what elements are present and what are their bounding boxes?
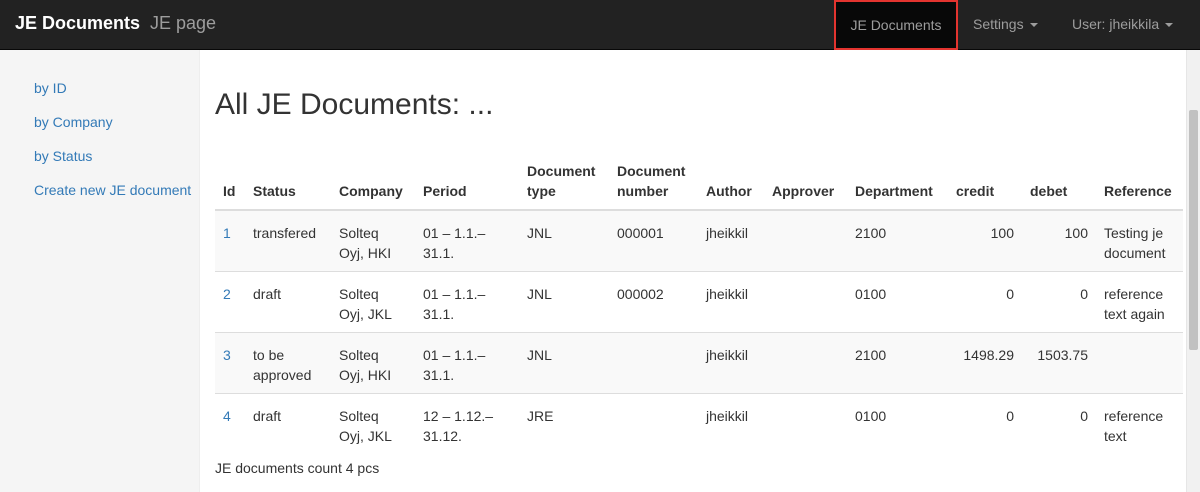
col-header-company: Company (331, 156, 415, 211)
brand-link[interactable]: JE Documents (15, 13, 140, 34)
cell-document-number: 000001 (609, 209, 698, 272)
cell-debet: 1503.75 (1022, 332, 1096, 394)
cell-company: Solteq Oyj, HKI (331, 332, 415, 394)
nav-settings-dropdown[interactable]: Settings (973, 0, 1038, 50)
cell-department: 0100 (847, 393, 948, 454)
cell-department: 2100 (847, 332, 948, 394)
cell-document-number (609, 332, 698, 394)
cell-debet: 0 (1022, 271, 1096, 333)
cell-approver (764, 209, 847, 272)
cell-author: jheikkil (698, 271, 764, 333)
cell-author: jheikkil (698, 393, 764, 454)
nav-user-label: User: jheikkila (1072, 16, 1160, 32)
cell-document-number (609, 393, 698, 454)
cell-period: 12 – 1.12.–31.12. (415, 393, 519, 454)
cell-document-number: 000002 (609, 271, 698, 333)
cell-document-type: JNL (519, 332, 609, 394)
cell-credit: 0 (948, 393, 1022, 454)
cell-document-type: JNL (519, 209, 609, 272)
cell-period: 01 – 1.1.–31.1. (415, 271, 519, 333)
cell-company: Solteq Oyj, JKL (331, 393, 415, 454)
cell-approver (764, 332, 847, 394)
caret-down-icon (1029, 23, 1038, 28)
cell-period: 01 – 1.1.–31.1. (415, 209, 519, 272)
nav-user-dropdown[interactable]: User: jheikkila (1072, 0, 1174, 50)
document-id-link[interactable]: 3 (223, 347, 231, 363)
cell-credit: 0 (948, 271, 1022, 333)
cell-department: 0100 (847, 271, 948, 333)
table-row: 1 transfered Solteq Oyj, HKI 01 – 1.1.–3… (215, 209, 1183, 272)
documents-count: JE documents count 4 pcs (215, 460, 380, 476)
col-header-status: Status (245, 156, 331, 211)
sidebar: by ID by Company by Status Create new JE… (0, 50, 200, 492)
nav-je-documents[interactable]: JE Documents (834, 0, 958, 50)
col-header-department: Department (847, 156, 948, 211)
document-id-link[interactable]: 1 (223, 225, 231, 241)
cell-status: to be approved (245, 332, 331, 394)
scrollbar-thumb[interactable] (1189, 110, 1198, 350)
cell-company: Solteq Oyj, JKL (331, 271, 415, 333)
col-header-author: Author (698, 156, 764, 211)
cell-debet: 100 (1022, 209, 1096, 272)
cell-credit: 100 (948, 209, 1022, 272)
cell-status: draft (245, 271, 331, 333)
cell-reference: reference text (1096, 393, 1183, 454)
vertical-scrollbar[interactable] (1186, 50, 1200, 492)
document-id-link[interactable]: 4 (223, 408, 231, 424)
nav-settings-label: Settings (973, 16, 1024, 32)
table-row: 2 draft Solteq Oyj, JKL 01 – 1.1.–31.1. … (215, 271, 1183, 333)
top-navbar: JE Documents JE page JE Documents Settin… (0, 0, 1200, 50)
sidebar-item-by-company[interactable]: by Company (34, 114, 113, 130)
cell-approver (764, 393, 847, 454)
document-id-link[interactable]: 2 (223, 286, 231, 302)
cell-company: Solteq Oyj, HKI (331, 209, 415, 272)
cell-author: jheikkil (698, 209, 764, 272)
cell-approver (764, 271, 847, 333)
col-header-id: Id (215, 156, 245, 211)
col-header-period: Period (415, 156, 519, 211)
cell-document-type: JRE (519, 393, 609, 454)
col-header-approver: Approver (764, 156, 847, 211)
col-header-debet: debet (1022, 156, 1096, 211)
sidebar-item-by-id[interactable]: by ID (34, 80, 67, 96)
cell-credit: 1498.29 (948, 332, 1022, 394)
table-row: 3 to be approved Solteq Oyj, HKI 01 – 1.… (215, 332, 1183, 394)
sidebar-item-create-new[interactable]: Create new JE document (34, 182, 191, 198)
cell-status: transfered (245, 209, 331, 272)
page-title: All JE Documents: ... (215, 88, 494, 121)
col-header-document-number: Document number (609, 156, 698, 211)
cell-status: draft (245, 393, 331, 454)
cell-author: jheikkil (698, 332, 764, 394)
col-header-reference: Reference (1096, 156, 1183, 211)
sidebar-item-by-status[interactable]: by Status (34, 148, 92, 164)
cell-debet: 0 (1022, 393, 1096, 454)
je-documents-table: Id Status Company Period Document type D… (215, 156, 1183, 454)
col-header-document-type: Document type (519, 156, 609, 211)
cell-department: 2100 (847, 209, 948, 272)
table-header-row: Id Status Company Period Document type D… (215, 156, 1183, 211)
cell-document-type: JNL (519, 271, 609, 333)
page-subtitle: JE page (150, 13, 217, 33)
cell-period: 01 – 1.1.–31.1. (415, 332, 519, 394)
cell-reference: Testing je document (1096, 209, 1183, 272)
caret-down-icon (1165, 23, 1174, 28)
col-header-credit: credit (948, 156, 1022, 211)
cell-reference (1096, 332, 1183, 394)
cell-reference: reference text again (1096, 271, 1183, 333)
table-row: 4 draft Solteq Oyj, JKL 12 – 1.12.–31.12… (215, 393, 1183, 454)
